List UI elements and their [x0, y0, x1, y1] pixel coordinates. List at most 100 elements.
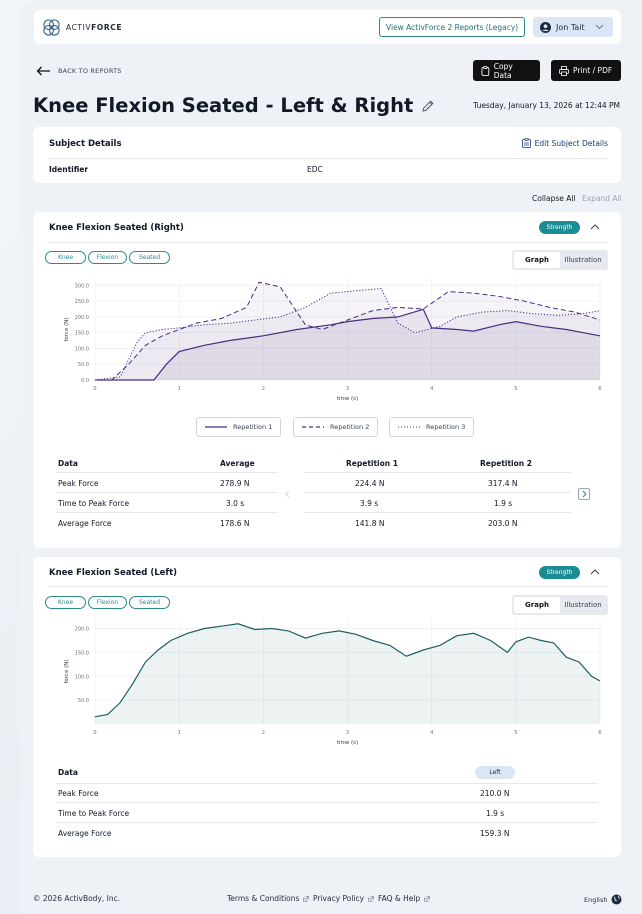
tag-flexion: Flexion [88, 596, 127, 609]
subject-divider [48, 158, 608, 159]
print-pdf-label: Print / PDF [573, 66, 613, 75]
legend-repetition-1-label: Repetition 1 [233, 423, 273, 431]
row-average-force-left: 159.3 N [480, 829, 510, 838]
x-tick-label: 2 [262, 730, 265, 736]
illustration-tab[interactable]: Illustration [560, 252, 606, 268]
legend-repetition-3-label: Repetition 3 [426, 423, 466, 431]
table-divider [56, 802, 598, 803]
x-axis-label: time (s) [337, 740, 358, 746]
table-divider [56, 472, 278, 473]
language-selector[interactable]: English [584, 894, 622, 905]
arrow-left-icon [36, 66, 50, 76]
chevron-up-icon[interactable] [590, 568, 600, 575]
identifier-value: EDC [307, 165, 323, 174]
subject-details-card: Subject Details Edit Subject Details Ide… [33, 127, 621, 183]
activforce-logo-icon [43, 18, 60, 36]
globe-icon [611, 894, 622, 905]
back-to-reports-link[interactable]: BACK TO REPORTS [36, 66, 122, 76]
footer-faq-link[interactable]: FAQ & Help [378, 894, 431, 903]
logo-text-light: ACTIV [66, 22, 92, 32]
row-average-force-average: 178.6 N [220, 519, 250, 528]
legacy-reports-button[interactable]: View ActivForce 2 Reports (Legacy) [379, 17, 526, 37]
footer-privacy-link[interactable]: Privacy Policy [313, 894, 374, 903]
y-tick-label: 200.0 [75, 315, 89, 321]
footer-faq-label: FAQ & Help [378, 894, 421, 903]
user-menu-button[interactable]: Jon Tait [533, 17, 613, 37]
x-tick-label: 5 [514, 386, 517, 392]
edit-subject-details-link[interactable]: Edit Subject Details [521, 138, 608, 148]
y-tick-label: 50.0 [78, 362, 89, 368]
left-force-chart: 0 1 2 3 4 5 6 50.0 100.0 150.0 200.0 time (s) force … [64, 619, 602, 746]
footer-copyright: © 2026 ActivBody, Inc. [33, 894, 121, 903]
x-tick-label: 0 [93, 386, 96, 392]
clipboard-icon [481, 65, 490, 76]
subject-details-title: Subject Details [49, 139, 122, 149]
tag-knee: Knee [45, 251, 86, 264]
dashed-line-swatch [302, 426, 324, 428]
external-link-icon [303, 895, 310, 902]
y-tick-label: 100.0 [75, 346, 89, 352]
illustration-tab[interactable]: Illustration [560, 597, 606, 613]
table-next-button[interactable] [578, 488, 590, 500]
table-header-data: Data [58, 459, 78, 468]
y-tick-label: 100.0 [75, 674, 89, 680]
row-peak-force-label: Peak Force [58, 789, 99, 798]
row-peak-force-average: 278.9 N [220, 479, 250, 488]
left-test-card: Knee Flexion Seated (Left) Strength Knee… [33, 557, 621, 857]
row-average-force-label: Average Force [58, 829, 112, 838]
external-link-icon [424, 895, 431, 902]
x-axis-label: time (s) [337, 396, 358, 402]
table-header-repetition-1: Repetition 1 [346, 459, 398, 468]
table-divider [305, 492, 571, 493]
copy-data-button[interactable]: Copy Data [473, 60, 540, 81]
x-tick-label: 4 [430, 386, 433, 392]
user-name: Jon Tait [556, 22, 585, 32]
page-title: Knee Flexion Seated - Left & Right [33, 94, 414, 117]
collapse-all-button[interactable]: Collapse All [532, 194, 576, 203]
expand-all-button[interactable]: Expand All [582, 194, 622, 203]
report-datetime: Tuesday, January 13, 2026 at 12:44 PM [473, 101, 620, 110]
strength-badge: Strength [539, 566, 580, 579]
row-peak-force-label: Peak Force [58, 479, 99, 488]
table-divider [56, 822, 598, 823]
logo-text-bold: FORCE [91, 22, 123, 32]
table-prev-chevron-icon[interactable] [284, 489, 292, 499]
y-tick-label: 0.0 [81, 378, 89, 384]
legend-repetition-2-label: Repetition 2 [330, 423, 370, 431]
y-tick-label: 300.0 [75, 283, 89, 289]
tag-flexion: Flexion [88, 251, 127, 264]
clipboard-edit-icon [521, 138, 531, 148]
solid-line-swatch [205, 426, 227, 428]
table-divider [305, 472, 571, 473]
left-column-badge: Left [475, 766, 515, 779]
y-axis-label: force (N) [64, 317, 70, 341]
footer-privacy-label: Privacy Policy [313, 894, 365, 903]
footer-terms-link[interactable]: Terms & Conditions [227, 894, 310, 903]
y-tick-label: 250.0 [75, 299, 89, 305]
activforce-logo[interactable]: ACTIVFORCE [42, 18, 122, 37]
y-axis-label: force (N) [64, 659, 70, 683]
top-bar: ACTIVFORCE View ActivForce 2 Reports (Le… [34, 10, 621, 44]
table-header-repetition-2: Repetition 2 [480, 459, 532, 468]
identifier-label: Identifier [49, 165, 89, 174]
language-label: English [584, 895, 608, 904]
y-tick-label: 150.0 [75, 331, 89, 337]
row-average-force-label: Average Force [58, 519, 112, 528]
legend-repetition-1[interactable]: Repetition 1 [196, 417, 282, 437]
graph-tab[interactable]: Graph [514, 597, 560, 613]
printer-icon [559, 65, 569, 76]
x-tick-label: 1 [178, 386, 181, 392]
chevron-up-icon[interactable] [590, 223, 600, 230]
legend-repetition-2[interactable]: Repetition 2 [293, 417, 379, 437]
print-pdf-button[interactable]: Print / PDF [551, 60, 621, 81]
row-peak-force-rep1: 224.4 N [355, 479, 385, 488]
x-tick-label: 3 [346, 730, 349, 736]
right-card-title: Knee Flexion Seated (Right) [49, 223, 184, 233]
edit-pencil-icon[interactable] [421, 99, 435, 113]
row-average-force-rep2: 203.0 N [488, 519, 518, 528]
right-card-divider [48, 242, 608, 243]
graph-tab[interactable]: Graph [514, 252, 560, 268]
x-tick-label: 1 [178, 730, 181, 736]
legend-repetition-3[interactable]: Repetition 3 [389, 417, 475, 437]
footer-terms-label: Terms & Conditions [227, 894, 300, 903]
